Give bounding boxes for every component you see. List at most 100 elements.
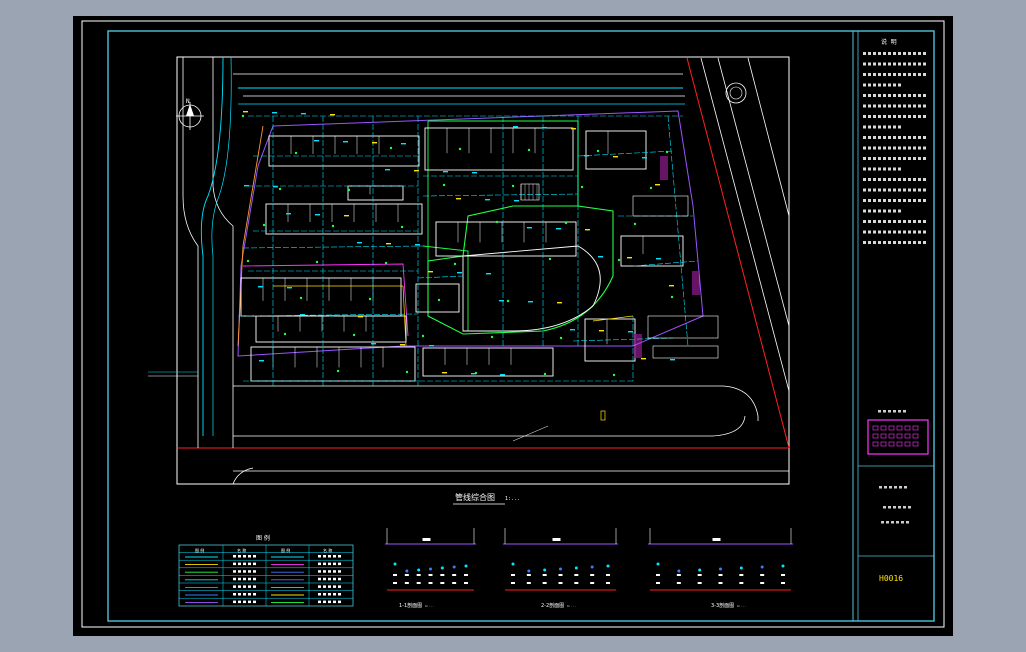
note-glyph (873, 220, 876, 223)
note-glyph (868, 52, 871, 55)
stamp-cell (880, 425, 887, 431)
stamp-cell (896, 433, 903, 439)
legend-glyph (333, 562, 336, 566)
note-glyph (873, 199, 876, 202)
label-tick (598, 256, 603, 258)
legend-glyph (323, 562, 326, 566)
section-pipe (677, 569, 681, 573)
note-glyph (878, 104, 881, 108)
label-tick (301, 113, 306, 115)
note-glyph (903, 188, 906, 192)
label-tick (556, 228, 561, 230)
stamp-cell (888, 433, 895, 439)
note-glyph (883, 241, 886, 244)
note-glyph (903, 146, 906, 150)
note-glyph (908, 178, 911, 181)
note-glyph (868, 94, 871, 97)
note-glyph (883, 209, 886, 213)
manhole-point (490, 335, 494, 339)
note-glyph (903, 104, 906, 108)
section-dim-glyph (511, 582, 515, 584)
stamp-cell (912, 433, 919, 439)
note-glyph (868, 188, 871, 192)
note-glyph (868, 136, 871, 139)
stamp-cell (904, 425, 911, 431)
manhole-point (442, 183, 446, 187)
manhole-point (649, 186, 653, 190)
section-pipe (429, 567, 432, 571)
section-pipe (574, 566, 578, 570)
cad-viewer-viewport[interactable]: 说 明 H0016 N 管线综合图 1:... 图 例 图 例 名 称 图 例 … (0, 0, 1026, 652)
section-dim-glyph (590, 582, 595, 584)
main-scale: 1:... (505, 496, 520, 502)
note-glyph (893, 220, 896, 223)
note-glyph (888, 83, 891, 87)
stamp-cell (888, 425, 895, 431)
section-dim-glyph (676, 582, 681, 584)
note-glyph (888, 94, 891, 97)
stamp-cell (872, 425, 879, 431)
legend-glyph (233, 555, 236, 558)
note-glyph (863, 209, 866, 213)
legend-glyph (243, 593, 246, 596)
section-road-marker (712, 538, 721, 541)
road-bottom (233, 385, 759, 421)
note-glyph (878, 115, 881, 118)
section-pipe (590, 565, 594, 569)
note-glyph (913, 104, 916, 108)
manhole-point (665, 150, 669, 154)
note-glyph (893, 209, 896, 213)
section-dim-glyph (404, 574, 409, 576)
note-glyph (898, 115, 901, 118)
section-dim-glyph (428, 574, 433, 576)
cross-sections (385, 528, 793, 591)
section-pipe (464, 564, 468, 568)
note-glyph (913, 178, 916, 181)
section-dim-glyph (676, 574, 681, 576)
title-glyph (903, 506, 906, 509)
note-glyph (898, 188, 901, 192)
road-bottom-2 (233, 415, 746, 437)
utility-line (632, 260, 699, 267)
note-glyph (918, 157, 921, 160)
note-glyph (878, 136, 881, 139)
note-glyph (923, 241, 926, 244)
site-plan (148, 56, 790, 485)
note-glyph (888, 52, 891, 55)
manhole-point (283, 332, 287, 336)
note-glyph (868, 115, 871, 118)
legend-glyph (238, 570, 241, 573)
legend-glyph (248, 570, 251, 573)
label-tick (557, 302, 562, 304)
legend-glyph (338, 593, 341, 596)
note-glyph (888, 199, 891, 202)
note-glyph (868, 241, 871, 244)
legend-glyph (248, 555, 251, 558)
legend-glyph (253, 570, 256, 573)
legend-glyph (253, 600, 256, 604)
note-glyph (918, 73, 921, 76)
section-dim-glyph (440, 582, 445, 584)
section-1-label: 1-1剖面图 (399, 602, 422, 609)
note-glyph (868, 62, 871, 66)
note-glyph (893, 62, 896, 66)
title-glyph (879, 486, 882, 489)
manhole-point (437, 298, 441, 302)
section-dim-glyph (718, 582, 723, 584)
note-glyph (903, 199, 906, 202)
label-tick (442, 372, 447, 374)
legend-glyph (333, 577, 336, 581)
label-tick (428, 271, 433, 273)
stamp-cell (912, 425, 919, 431)
legend-glyph (238, 562, 241, 566)
note-glyph (918, 199, 921, 202)
green-main (427, 120, 614, 335)
note-glyph (898, 209, 901, 213)
note-glyph (888, 188, 891, 192)
label-tick (513, 126, 518, 128)
legend-glyph (243, 570, 246, 573)
section-pipe (440, 566, 444, 570)
section-dim-glyph (760, 582, 765, 584)
note-glyph (863, 136, 866, 139)
drawing-area[interactable]: 说 明 H0016 N 管线综合图 1:... 图 例 图 例 名 称 图 例 … (73, 16, 953, 636)
